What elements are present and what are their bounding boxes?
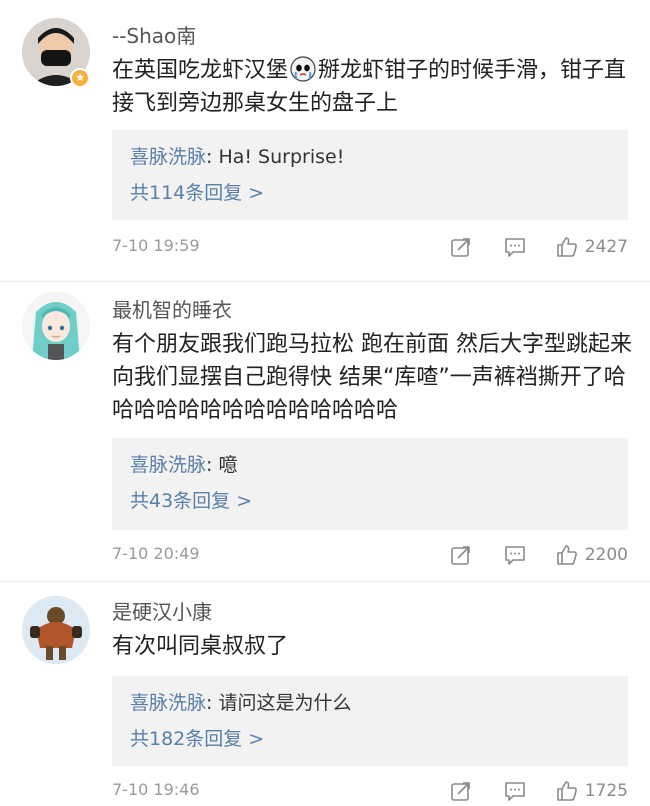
comment-time: 7-10 19:46 — [112, 780, 200, 799]
comment-text-part: 在英国吃龙虾汉堡 — [112, 58, 289, 83]
reply-text: 噫 — [218, 454, 238, 476]
comment-text: 有个朋友跟我们跑马拉松 跑在前面 然后大字型跳起来向我们显摆自己跑得快 结果“库… — [112, 332, 632, 423]
reply-line: 喜脉洗脉: 噫 — [130, 438, 610, 478]
reply-preview[interactable]: 喜脉洗脉: 请问这是为什么 共182条回复 > — [112, 676, 628, 766]
comment-actions: 2200 — [449, 540, 628, 570]
reply-colon: : — [206, 692, 219, 714]
like-count: 1725 — [584, 781, 628, 801]
comment-actions: 2427 — [449, 232, 628, 262]
reply-author[interactable]: 喜脉洗脉 — [130, 692, 206, 714]
reply-line: 喜脉洗脉: Ha! Surprise! — [130, 130, 610, 170]
like-count: 2200 — [584, 545, 628, 565]
comment-text: 有次叫同桌叔叔了 — [112, 634, 289, 659]
comment-icon[interactable] — [503, 235, 527, 259]
comment-username[interactable]: 是硬汉小康 — [112, 596, 212, 625]
comment-footer: 7-10 20:49 2200 — [112, 540, 632, 570]
comment-actions: 1725 — [449, 776, 628, 806]
thumbs-up-icon[interactable] — [555, 543, 579, 567]
reply-colon: : — [206, 454, 219, 476]
reply-preview[interactable]: 喜脉洗脉: Ha! Surprise! 共114条回复 > — [112, 130, 628, 220]
reply-author[interactable]: 喜脉洗脉 — [130, 146, 206, 168]
comment-icon[interactable] — [503, 543, 527, 567]
user-avatar[interactable] — [22, 596, 90, 664]
view-replies-link[interactable]: 共114条回复 > — [130, 180, 610, 206]
comment-text: 在英国吃龙虾汉堡 掰龙虾钳子的时候手滑，钳子直接飞到旁边那桌女生的盘子上 — [112, 54, 632, 120]
share-icon[interactable] — [449, 543, 473, 567]
comment-footer: 7-10 19:59 2427 — [112, 232, 632, 262]
comment-icon[interactable] — [503, 779, 527, 803]
verified-badge-icon: ★ — [70, 68, 90, 88]
comment-item: ★ --Shao南 在英国吃龙虾汉堡 掰龙虾钳子的时候手滑，钳子直接飞到旁边那桌女… — [0, 0, 650, 282]
comment-footer: 7-10 19:46 1725 — [112, 776, 632, 806]
reply-text: Ha! Surprise! — [218, 146, 345, 168]
thumbs-up-icon[interactable] — [555, 779, 579, 803]
reply-line: 喜脉洗脉: 请问这是为什么 — [130, 676, 610, 716]
view-replies-link[interactable]: 共43条回复 > — [130, 488, 610, 514]
thumbs-up-icon[interactable] — [555, 235, 579, 259]
view-replies-link[interactable]: 共182条回复 > — [130, 726, 610, 752]
like-count: 2427 — [584, 237, 628, 257]
reply-colon: : — [206, 146, 219, 168]
share-icon[interactable] — [449, 779, 473, 803]
comment-time: 7-10 20:49 — [112, 544, 200, 563]
reply-text: 请问这是为什么 — [218, 692, 352, 714]
comment-time: 7-10 19:59 — [112, 236, 200, 255]
share-icon[interactable] — [449, 235, 473, 259]
comment-username[interactable]: 最机智的睡衣 — [112, 294, 232, 323]
reply-preview[interactable]: 喜脉洗脉: 噫 共43条回复 > — [112, 438, 628, 530]
comment-item: 最机智的睡衣 有个朋友跟我们跑马拉松 跑在前面 然后大字型跳起来向我们显摆自己跑… — [0, 282, 650, 582]
comment-username[interactable]: --Shao南 — [112, 20, 196, 49]
comment-item: 是硬汉小康 有次叫同桌叔叔了 喜脉洗脉: 请问这是为什么 共182条回复 > 7… — [0, 582, 650, 806]
reply-author[interactable]: 喜脉洗脉 — [130, 454, 206, 476]
crying-face-emoji-icon — [290, 56, 317, 82]
user-avatar[interactable] — [22, 292, 90, 360]
